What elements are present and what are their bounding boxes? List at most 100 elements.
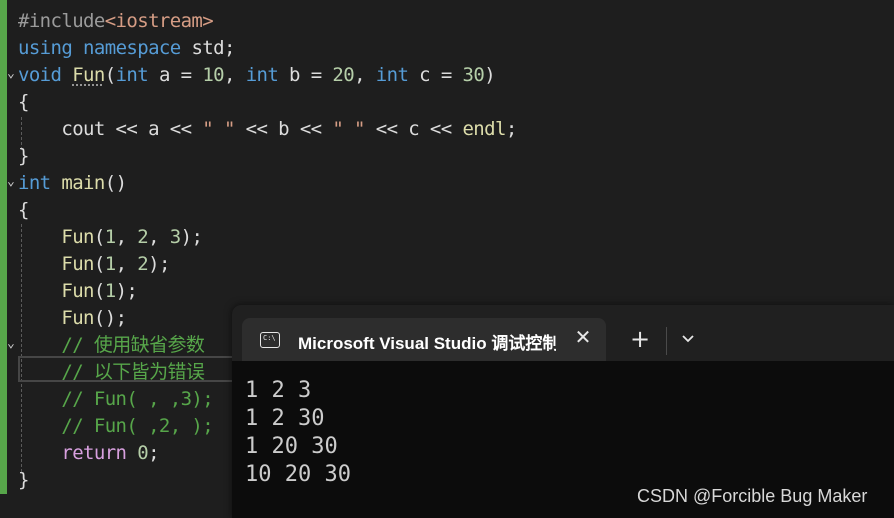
terminal-tab[interactable]: C:\ Microsoft Visual Studio 调试控制台 ✕ [242,318,606,361]
code-token: cout << a << [18,118,203,140]
code-token: , [115,253,138,275]
code-token: Fun [72,64,105,86]
code-token: std; [180,37,235,59]
code-token: // 使用缺省参数 [18,334,205,356]
code-token: a = [148,64,203,86]
code-line: void Fun(int a = 10, int b = 20, int c =… [18,62,496,89]
code-token: , [224,64,246,86]
code-token: } [18,145,29,167]
code-token: 2 [137,226,149,248]
code-token: b = [278,64,333,86]
code-token: Fun [61,253,94,275]
code-token: () [104,172,127,194]
code-token: int [245,64,279,86]
fold-chevron-icon[interactable]: ⌄ [7,174,18,189]
code-token: } [18,469,29,491]
code-line: cout << a << " " << b << " " << c << end… [18,116,517,143]
code-token: ; [505,118,517,140]
code-token: 0 [137,442,149,464]
titlebar-divider [666,327,667,355]
code-token: , [115,226,138,248]
fold-chevron-icon[interactable]: ⌄ [7,66,18,81]
change-margin [0,0,7,494]
code-line: int main() [18,170,127,197]
code-line: } [18,467,29,494]
code-line: { [18,89,29,116]
watermark: CSDN @Forcible Bug Maker [637,486,868,506]
fold-chevron-icon[interactable]: ⌄ [7,336,18,351]
code-line: Fun(); [18,305,127,332]
code-token: Fun [61,226,94,248]
code-token: main [61,172,105,194]
code-token: 10 [202,64,224,86]
code-line: using namespace std; [18,35,235,62]
code-line: // 以下皆为错误 [18,359,205,386]
code-line: #include<iostream> [18,8,214,35]
code-token: { [18,199,29,221]
code-token: 2 [137,253,149,275]
code-token: 3 [169,226,181,248]
code-token: // Fun( , ,3); [18,388,214,410]
code-token: 1 [104,226,116,248]
new-tab-button[interactable]: + [628,327,652,351]
code-line: { [18,197,29,224]
output-line: 1 20 30 [245,434,338,459]
code-token: ) [484,64,496,86]
console-output: 1 2 3 1 2 30 1 20 30 10 20 30 [245,377,351,489]
code-token: , [354,64,376,86]
console-icon-text: C:\ [263,334,276,342]
code-token: (); [93,307,127,329]
code-line: Fun(1, 2, 3); [18,224,203,251]
code-token: // Fun( ,2, ); [18,415,214,437]
code-token: ( [93,280,105,302]
code-token: int [375,64,409,86]
code-token: endl [462,118,506,140]
code-token: Fun [61,307,94,329]
code-token: int [115,64,149,86]
code-token: Fun [61,280,94,302]
code-token: 1 [104,253,116,275]
code-line: Fun(1, 2); [18,251,170,278]
code-token: #include [18,10,105,32]
code-token: ); [115,280,138,302]
code-line: // Fun( , ,3); [18,386,213,413]
code-token: void [18,64,62,86]
code-line: return 0; [18,440,159,467]
code-line: // Fun( ,2, ); [18,413,213,440]
output-line: 1 2 30 [245,406,325,431]
code-token: ); [180,226,203,248]
code-token: c = [408,64,463,86]
code-token: ( [104,64,116,86]
code-token: " " [332,118,365,140]
code-token: << b << [234,118,333,140]
code-token: " " [202,118,235,140]
code-token: << c << [364,118,463,140]
code-token: return [61,442,127,464]
close-tab-button[interactable]: ✕ [572,326,594,348]
terminal-titlebar: C:\ Microsoft Visual Studio 调试控制台 ✕ + [232,305,894,361]
tab-title: Microsoft Visual Studio 调试控制台 [298,334,556,353]
tab-dropdown-button[interactable] [676,327,700,351]
code-token: 30 [462,64,485,86]
output-line: 10 20 30 [245,462,351,487]
code-line: } [18,143,29,170]
code-token: ( [93,253,105,275]
code-token: { [18,91,29,113]
code-token: ); [148,253,170,275]
code-token: <iostream> [104,10,214,32]
code-token: ; [148,442,159,464]
code-token: int [18,172,51,194]
code-token: using [18,37,73,59]
code-token: 20 [332,64,355,86]
code-token: namespace [83,37,181,59]
output-line: 1 2 3 [245,378,312,403]
code-line: Fun(1); [18,278,137,305]
